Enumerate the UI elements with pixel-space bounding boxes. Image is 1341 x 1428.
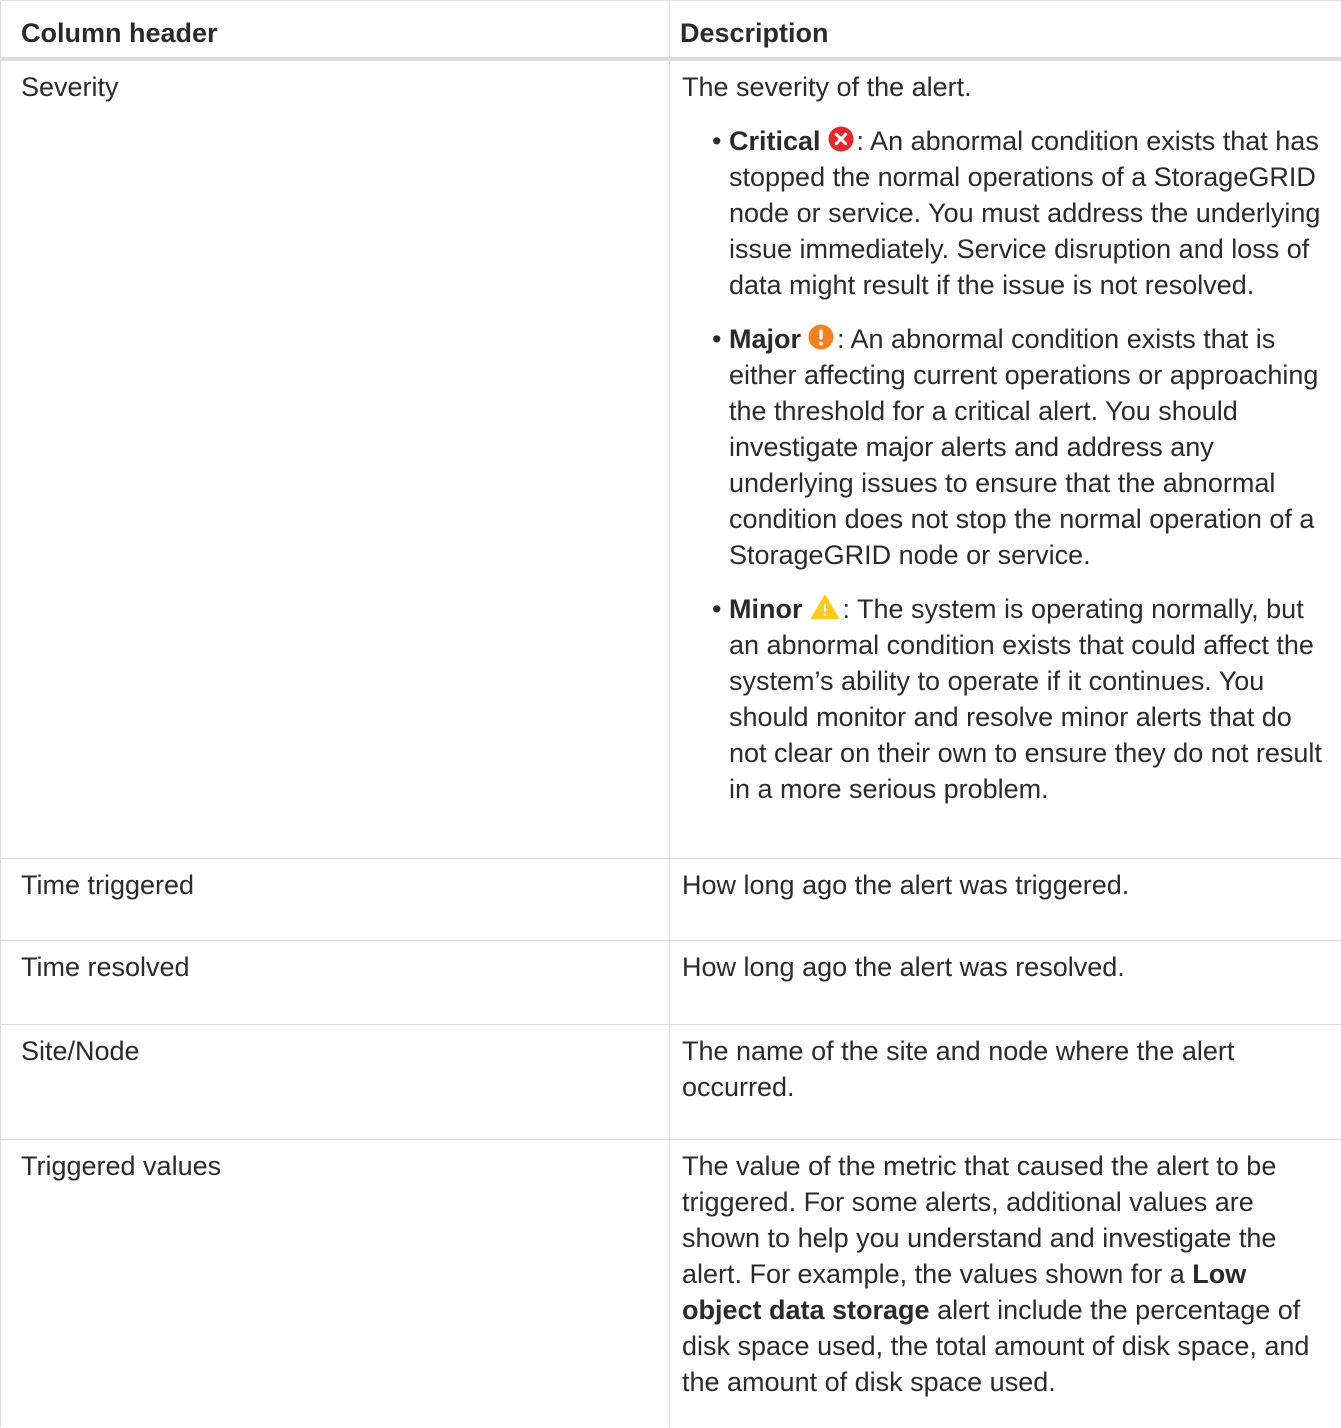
row-name: Severity	[0, 58, 670, 859]
severity-label: Critical	[729, 125, 821, 156]
row-name: Triggered values	[0, 1139, 670, 1427]
row-description: How long ago the alert was resolved.	[669, 940, 1341, 1025]
critical-x-icon	[828, 126, 854, 152]
list-item-minor: Minor: The system is operating normally,…	[712, 591, 1333, 807]
table-row-site-node: Site/Node The name of the site and node …	[0, 1024, 1341, 1140]
severity-levels-list: Critical : An abnormal condition exists t…	[682, 123, 1333, 807]
column-header-heading: Column header	[0, 0, 670, 61]
severity-label: Major	[729, 323, 802, 354]
row-description: The name of the site and node where the …	[669, 1024, 1341, 1140]
alert-columns-table: Column header Description Severity The s…	[0, 0, 1341, 1427]
major-exclamation-icon	[808, 324, 834, 350]
table-row-time-triggered: Time triggered How long ago the alert wa…	[0, 858, 1341, 941]
description-heading: Description	[669, 0, 1341, 61]
row-description: How long ago the alert was triggered.	[669, 858, 1341, 941]
list-item-major: Major: An abnormal condition exists that…	[712, 321, 1333, 573]
severity-text: : An abnormal condition exists that is e…	[729, 323, 1319, 570]
table-row-time-resolved: Time resolved How long ago the alert was…	[0, 940, 1341, 1025]
row-description: The value of the metric that caused the …	[669, 1139, 1341, 1427]
severity-intro: The severity of the alert.	[682, 71, 972, 102]
row-description: The severity of the alert. Critical : An …	[669, 58, 1341, 859]
description-text: The value of the metric that caused the …	[682, 1151, 1277, 1289]
severity-label: Minor	[729, 593, 803, 624]
minor-warning-triangle-icon	[810, 594, 840, 620]
table-row-triggered-values: Triggered values The value of the metric…	[0, 1139, 1341, 1427]
row-name: Site/Node	[0, 1024, 670, 1140]
table-header-row: Column header Description	[0, 0, 1341, 61]
severity-text: : The system is operating normally, but …	[729, 593, 1322, 804]
row-name: Time triggered	[0, 858, 670, 941]
list-item-critical: Critical: An abnormal condition exists t…	[712, 123, 1333, 303]
table-row-severity: Severity The severity of the alert. Crit…	[0, 58, 1341, 859]
row-name: Time resolved	[0, 940, 670, 1025]
